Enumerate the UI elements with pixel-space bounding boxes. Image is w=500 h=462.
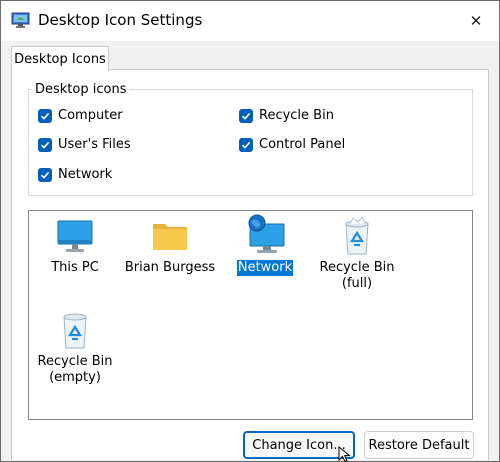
display-settings-icon [11,12,30,28]
network-icon [248,214,285,253]
restore-default-button[interactable]: Restore Default [364,431,474,459]
recycle-bin-full-icon [345,216,369,255]
icon-label: This PC [51,260,99,275]
tab-desktop-icons[interactable]: Desktop Icons [11,46,109,71]
close-icon: ✕ [469,12,483,30]
icon-item-network[interactable]: Network [215,214,315,277]
icon-item-user-folder[interactable]: Brian Burgess [120,218,220,276]
checkbox-label: Computer [58,108,123,123]
monitor-icon [57,220,93,252]
window-title: Desktop Icon Settings [38,11,203,29]
checkbox-computer[interactable]: Computer [38,108,123,124]
close-button[interactable]: ✕ [461,7,491,35]
checkbox-checked-icon [38,168,52,182]
checkbox-network[interactable]: Network [38,167,112,183]
icon-item-this-pc[interactable]: This PC [25,218,125,276]
checkbox-label: Network [58,167,113,182]
groupbox-legend: Desktop icons [32,82,130,97]
checkbox-control-panel[interactable]: Control Panel [239,137,345,153]
checkbox-label: Control Panel [259,137,346,152]
tab-label: Desktop Icons [14,51,106,67]
icon-label: Recycle Bin (full) [319,260,395,291]
checkbox-checked-icon [38,109,52,123]
checkbox-label: User's Files [58,137,131,152]
icon-item-recycle-bin-full[interactable]: Recycle Bin (full) [307,216,407,292]
folder-icon [153,224,187,250]
button-label: Change Icon... [252,437,346,453]
checkbox-label: Recycle Bin [259,108,334,123]
icon-label: Brian Burgess [124,260,216,275]
recycle-bin-empty-icon [63,313,87,349]
button-label: Restore Default [368,437,470,453]
icon-item-recycle-bin-empty[interactable]: Recycle Bin (empty) [25,312,125,386]
mouse-cursor-icon [338,446,351,462]
checkbox-checked-icon [239,109,253,123]
checkbox-users-files[interactable]: User's Files [38,137,131,153]
checkbox-checked-icon [239,138,253,152]
icon-label: Recycle Bin (empty) [37,354,113,385]
icon-label: Network [235,259,295,277]
title-bar: Desktop Icon Settings ✕ [1,1,499,41]
checkbox-checked-icon [38,138,52,152]
checkbox-recycle-bin[interactable]: Recycle Bin [239,108,334,124]
